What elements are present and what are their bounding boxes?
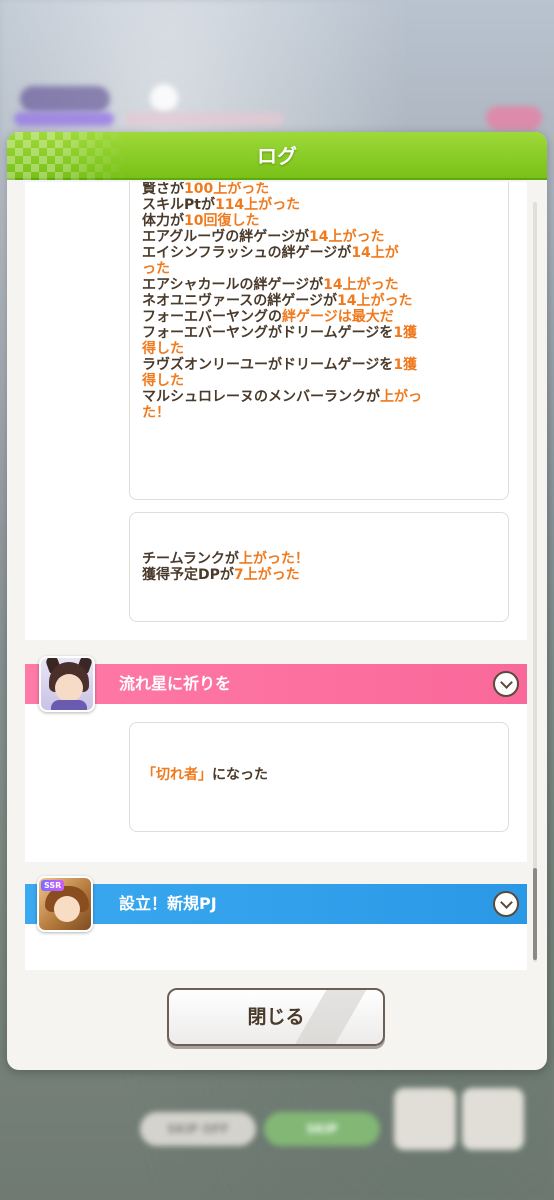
log-text: ラヴズオンリーユーがドリームゲージを — [142, 357, 394, 373]
background-hud-name — [20, 86, 110, 112]
log-line: 賢さが100上がった — [142, 182, 492, 197]
log-card-text: チームランクが上がった！ 獲得予定DPが7上がった — [142, 551, 492, 583]
chevron-down-icon[interactable] — [493, 891, 519, 917]
log-scroll-area[interactable]: 賢さが100上がった スキルPtが114上がった 体力が10回復した エアグルーヴの絆… — [7, 182, 547, 970]
ssr-badge: SSR — [41, 880, 65, 891]
log-line: 体力が10回復した — [142, 213, 492, 229]
log-text: エイシンフラッシュの絆ゲージが — [142, 245, 352, 261]
log-highlight-text: 1獲 — [393, 325, 418, 341]
log-card: 賢さが100上がった スキルPtが114上がった 体力が10回復した エアグルーヴの絆… — [129, 182, 509, 500]
log-line: フォーエバーヤングがドリームゲージを1獲 — [142, 325, 492, 341]
background-hud-icon — [150, 84, 178, 112]
background-skip-button: SKIP OFF — [140, 1112, 256, 1146]
log-line: 得した — [142, 373, 492, 389]
log-line: マルシュロレーヌのメンバーランクが上がっ — [142, 389, 492, 405]
log-line: ネオユニヴァースの絆ゲージが14上がった — [142, 293, 492, 309]
log-card-text: 賢さが100上がった スキルPtが114上がった 体力が10回復した エアグルーヴの絆… — [142, 182, 492, 421]
background-fast-button: SKIP — [264, 1112, 380, 1146]
log-text: チームランクが — [142, 551, 239, 567]
log-highlight-text: 上がっ — [380, 389, 422, 405]
log-text: エアグルーヴの絆ゲージが — [142, 229, 310, 245]
background-hud-badge — [486, 106, 542, 130]
log-highlight-text: 絆ゲージは最大だ — [282, 309, 394, 325]
event-title: 設立！新規PJ — [119, 894, 217, 913]
event-banner-setsuritsu[interactable]: 設立！新規PJ — [25, 884, 527, 924]
log-text: 獲得予定DPが — [142, 567, 234, 583]
log-line: った — [142, 261, 492, 277]
dialog-header: ログ — [7, 132, 547, 180]
log-highlight-text: た！ — [142, 405, 170, 421]
log-line: た！ — [142, 405, 492, 421]
log-line: 得した — [142, 341, 492, 357]
log-card-text: 「切れ者」になった — [142, 767, 492, 783]
log-line: スキルPtが114上がった — [142, 197, 492, 213]
log-text: 体力が — [142, 213, 184, 229]
log-text: エアシャカールの絆ゲージが — [142, 277, 324, 293]
log-highlight-text: 14上が — [351, 245, 399, 261]
log-highlight-text: った — [142, 261, 170, 277]
log-card: チームランクが上がった！ 獲得予定DPが7上がった — [129, 512, 509, 622]
log-highlight-text: 10回復した — [184, 213, 260, 229]
log-text: スキルPtが — [142, 197, 215, 213]
log-text: マルシュロレーヌのメンバーランクが — [142, 389, 380, 405]
event-banner-nagareboshi[interactable]: 流れ星に祈りを — [25, 664, 527, 704]
log-line: エアグルーヴの絆ゲージが14上がった — [142, 229, 492, 245]
log-line: ラヴズオンリーユーがドリームゲージを1獲 — [142, 357, 492, 373]
background-hud-bar-secondary — [124, 112, 284, 126]
close-button-label: 閉じる — [247, 1006, 305, 1028]
log-line: 獲得予定DPが7上がった — [142, 567, 492, 583]
log-text: フォーエバーヤングがドリームゲージを — [142, 325, 394, 341]
horse-girl-portrait-icon — [39, 656, 95, 712]
log-highlight-text: 上がった！ — [238, 551, 309, 567]
close-button[interactable]: 閉じる — [167, 988, 385, 1046]
scrollbar-thumb[interactable] — [533, 868, 537, 960]
log-highlight-text: 1獲 — [393, 357, 418, 373]
chevron-down-icon[interactable] — [493, 671, 519, 697]
log-text: ネオユニヴァースの絆ゲージが — [142, 293, 338, 309]
background-log-button — [394, 1088, 456, 1150]
event-title: 流れ星に祈りを — [119, 674, 232, 693]
log-highlight-text: 14上がった — [323, 277, 399, 293]
log-dialog: ログ 賢さが100上がった スキルPtが114上がった 体力が10回復した エアグルー… — [7, 132, 547, 1070]
log-highlight-text: 114上がった — [214, 197, 301, 213]
log-line: フォーエバーヤングの絆ゲージは最大だ — [142, 309, 492, 325]
log-highlight-text: 100上がった — [184, 182, 270, 197]
log-highlight-text: 「切れ者」 — [142, 767, 212, 783]
log-line: 「切れ者」になった — [142, 767, 492, 783]
log-line: エイシンフラッシュの絆ゲージが14上が — [142, 245, 492, 261]
log-highlight-text: 得した — [142, 341, 184, 357]
background-hud-bar — [14, 112, 114, 126]
log-text: 賢さが — [142, 182, 184, 197]
log-highlight-text: 14上がった — [309, 229, 385, 245]
log-line: チームランクが上がった！ — [142, 551, 492, 567]
ssr-support-card-portrait-icon: SSR — [37, 876, 93, 932]
log-line: エアシャカールの絆ゲージが14上がった — [142, 277, 492, 293]
scrollbar-track[interactable] — [533, 202, 537, 962]
log-text: フォーエバーヤングの — [142, 309, 282, 325]
log-text: になった — [212, 767, 268, 783]
background-menu-button — [462, 1088, 524, 1150]
log-highlight-text: 7上がった — [233, 567, 300, 583]
log-card: 「切れ者」になった — [129, 722, 509, 832]
log-highlight-text: 得した — [142, 373, 184, 389]
dialog-title: ログ — [257, 144, 297, 168]
log-highlight-text: 14上がった — [337, 293, 413, 309]
